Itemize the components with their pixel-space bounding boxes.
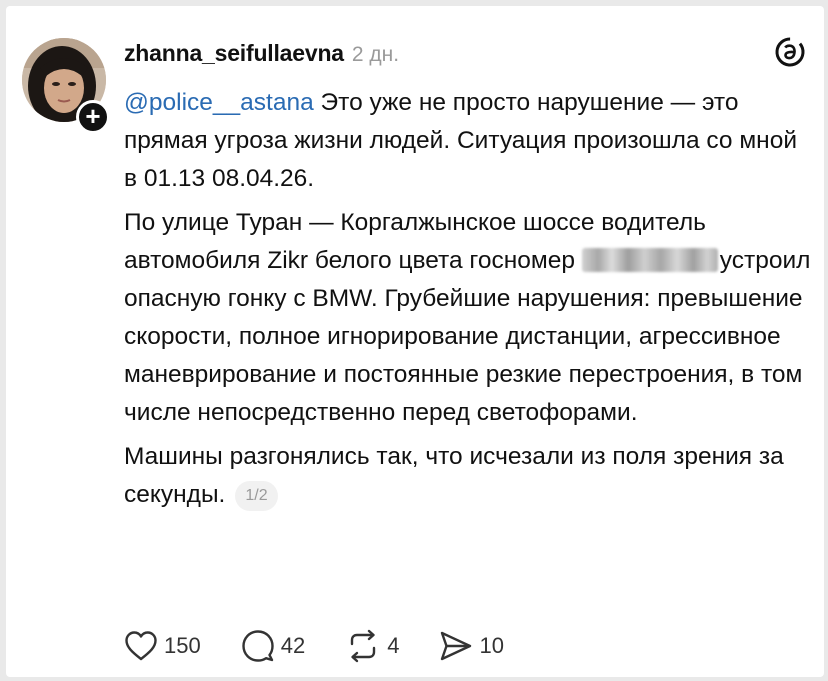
repost-count: 4 [387, 633, 399, 659]
action-bar: 150 42 4 10 [124, 628, 544, 664]
repost-button[interactable]: 4 [345, 629, 399, 663]
heart-icon [124, 630, 158, 662]
threads-logo-icon[interactable] [774, 36, 806, 68]
share-button[interactable]: 10 [439, 630, 503, 662]
post-time: 2 дн. [352, 43, 399, 67]
share-count: 10 [479, 633, 503, 659]
reply-button[interactable]: 42 [241, 629, 305, 663]
like-count: 150 [164, 633, 201, 659]
follow-plus-icon[interactable]: + [76, 100, 110, 134]
post-body: @police__astana Это уже не просто наруше… [124, 84, 814, 520]
avatar-container[interactable]: + [22, 38, 110, 126]
blurred-plate-number [582, 248, 718, 272]
paragraph-3-text: Машины разгонялись так, что исчезали из … [124, 443, 784, 508]
send-icon [439, 630, 473, 662]
paragraph-1: @police__astana Это уже не просто наруше… [124, 84, 814, 198]
paragraph-3: Машины разгонялись так, что исчезали из … [124, 438, 814, 514]
repost-icon [345, 629, 381, 663]
like-button[interactable]: 150 [124, 630, 201, 662]
reply-count: 42 [281, 633, 305, 659]
paragraph-2: По улице Туран — Коргалжынское шоссе вод… [124, 204, 814, 432]
username[interactable]: zhanna_seifullaevna [124, 40, 344, 67]
comment-bubble-icon [241, 629, 275, 663]
post-card: + zhanna_seifullaevna 2 дн. @police__ast… [6, 6, 824, 677]
page-indicator: 1/2 [235, 481, 277, 511]
post-header: zhanna_seifullaevna 2 дн. [124, 40, 399, 70]
mention-link[interactable]: @police__astana [124, 89, 314, 116]
